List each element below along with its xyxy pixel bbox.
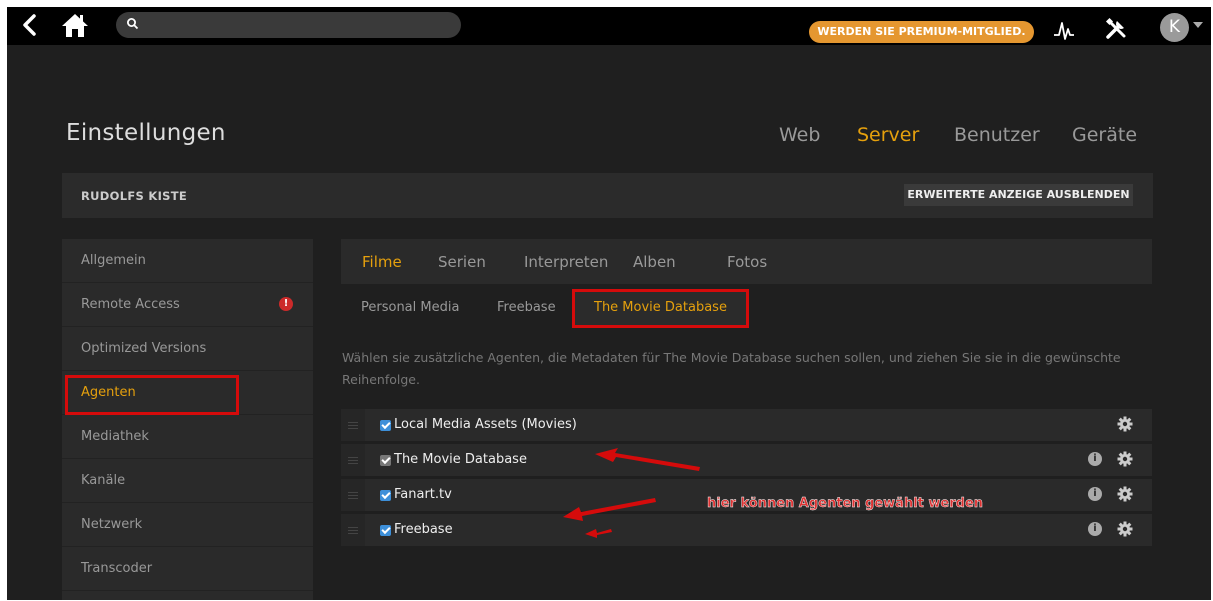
tab-serien[interactable]: Serien — [438, 253, 486, 271]
list-item[interactable]: The Movie Database i — [341, 444, 1152, 476]
annotation-highlight-agenten — [65, 375, 239, 415]
drag-handle-icon[interactable] — [341, 514, 365, 546]
agent-checkbox[interactable] — [380, 524, 391, 536]
sidebar-item-label: Remote Access — [81, 297, 180, 312]
sidebar-item-label: Transcoder — [81, 561, 153, 576]
media-type-tabs: Filme Serien Interpreten Alben Fotos — [341, 239, 1152, 284]
drag-handle-icon[interactable] — [341, 479, 365, 511]
sidebar-item-label: Kanäle — [81, 473, 126, 488]
list-item[interactable]: Freebase i — [341, 514, 1152, 546]
tab-personal-media[interactable]: Personal Media — [361, 300, 459, 315]
tab-fotos[interactable]: Fotos — [727, 253, 767, 271]
agent-name: Fanart.tv — [394, 487, 452, 502]
tab-benutzer[interactable]: Benutzer — [954, 124, 1040, 146]
back-arrow-icon[interactable] — [19, 13, 41, 37]
home-icon[interactable] — [60, 12, 90, 38]
gear-icon[interactable] — [1116, 450, 1134, 468]
sidebar-item-label: Netzwerk — [81, 517, 143, 532]
tab-filme[interactable]: Filme — [362, 253, 402, 271]
sidebar-item-remote-access[interactable]: Remote Access ! — [62, 283, 313, 327]
gear-icon[interactable] — [1116, 520, 1134, 538]
sidebar-item-kanaele[interactable]: Kanäle — [62, 459, 313, 503]
page-title: Einstellungen — [66, 120, 226, 146]
agents-description: Wählen sie zusätzliche Agenten, die Meta… — [342, 350, 1121, 387]
agent-name: Freebase — [394, 522, 453, 537]
list-item[interactable]: Local Media Assets (Movies) — [341, 409, 1152, 441]
settings-sidebar: Allgemein Remote Access ! Optimized Vers… — [62, 239, 313, 600]
activity-icon[interactable] — [1052, 18, 1076, 42]
settings-tools-icon[interactable] — [1104, 17, 1128, 41]
chevron-down-icon[interactable] — [1193, 22, 1203, 28]
annotation-text: hier können Agenten gewählt werden — [707, 496, 984, 511]
search-icon — [127, 18, 139, 30]
server-bar: RUDOLFS KISTE ERWEITERTE ANZEIGE AUSBLEN… — [62, 173, 1153, 218]
tab-freebase[interactable]: Freebase — [497, 300, 556, 315]
info-icon[interactable]: i — [1088, 487, 1102, 501]
premium-button[interactable]: WERDEN SIE PREMIUM-MITGLIED. — [809, 21, 1034, 43]
sidebar-item-allgemein[interactable]: Allgemein — [62, 239, 313, 283]
agent-checkbox[interactable] — [380, 489, 391, 501]
annotation-highlight-movie-database — [572, 289, 749, 328]
server-name: RUDOLFS KISTE — [81, 189, 188, 203]
tab-server[interactable]: Server — [857, 124, 919, 146]
sidebar-item-label: Mediathek — [81, 429, 149, 444]
sidebar-item-label: Allgemein — [81, 253, 146, 268]
sidebar-item-optimized-versions[interactable]: Optimized Versions — [62, 327, 313, 371]
gear-icon[interactable] — [1116, 485, 1134, 503]
search-input[interactable] — [116, 12, 461, 38]
sidebar-item-transcoder[interactable]: Transcoder — [62, 547, 313, 591]
plex-app: WERDEN SIE PREMIUM-MITGLIED. K Einstellu… — [7, 7, 1211, 600]
info-icon[interactable]: i — [1088, 452, 1102, 466]
tab-alben[interactable]: Alben — [633, 253, 676, 271]
tab-web[interactable]: Web — [779, 124, 820, 146]
user-avatar[interactable]: K — [1160, 13, 1189, 42]
gear-icon[interactable] — [1116, 415, 1134, 433]
sidebar-item-netzwerk[interactable]: Netzwerk — [62, 503, 313, 547]
top-bar: WERDEN SIE PREMIUM-MITGLIED. K — [7, 7, 1211, 45]
sidebar-item-mediathek[interactable]: Mediathek — [62, 415, 313, 459]
sidebar-item-label: Optimized Versions — [81, 341, 207, 356]
drag-handle-icon[interactable] — [341, 409, 365, 441]
tab-interpreten[interactable]: Interpreten — [524, 253, 608, 271]
agent-checkbox — [380, 454, 391, 466]
alert-icon: ! — [279, 297, 293, 311]
agent-name: Local Media Assets (Movies) — [394, 417, 577, 432]
drag-handle-icon[interactable] — [341, 444, 365, 476]
agent-name: The Movie Database — [394, 452, 527, 467]
agent-checkbox[interactable] — [380, 419, 391, 431]
hide-advanced-button[interactable]: ERWEITERTE ANZEIGE AUSBLENDEN — [904, 184, 1133, 206]
info-icon[interactable]: i — [1088, 522, 1102, 536]
tab-geraete[interactable]: Geräte — [1072, 124, 1137, 146]
